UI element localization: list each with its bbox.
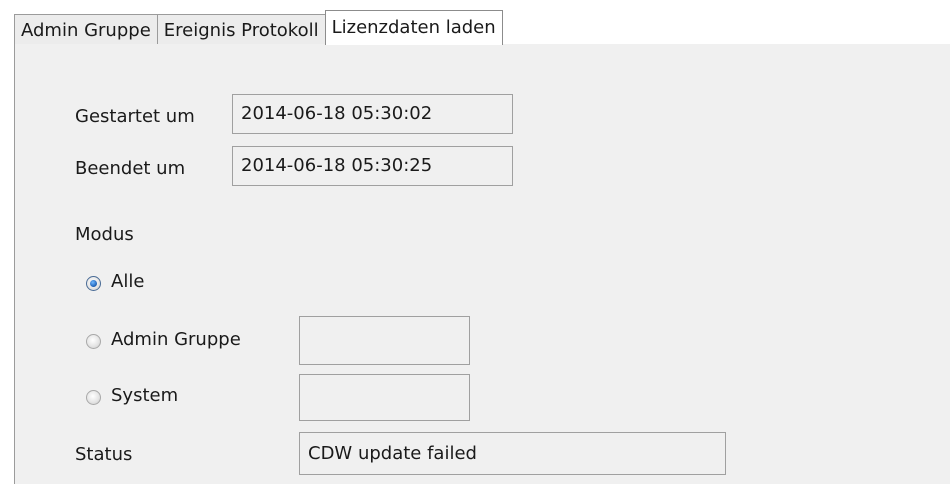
system-input[interactable] — [299, 374, 470, 421]
radio-alle-label[interactable]: Alle — [111, 271, 144, 292]
radio-system[interactable] — [86, 390, 101, 405]
radio-alle[interactable] — [86, 276, 101, 291]
radio-admin-gruppe[interactable] — [86, 334, 101, 349]
ended-label: Beendet um — [75, 158, 186, 179]
mode-label: Modus — [75, 224, 134, 245]
tab-bar: Admin Gruppe Ereignis Protokoll Lizenzda… — [14, 10, 503, 45]
status-label: Status — [75, 444, 133, 465]
license-data-panel: Gestartet um 2014-06-18 05:30:02 Beendet… — [14, 44, 950, 484]
ended-field: 2014-06-18 05:30:25 — [232, 146, 513, 186]
radio-admin-gruppe-label[interactable]: Admin Gruppe — [111, 329, 241, 350]
radio-system-label[interactable]: System — [111, 385, 178, 406]
tab-admin-gruppe[interactable]: Admin Gruppe — [14, 14, 158, 45]
status-field: CDW update failed — [299, 432, 726, 475]
tab-lizenzdaten-laden[interactable]: Lizenzdaten laden — [324, 10, 503, 45]
admin-gruppe-input[interactable] — [299, 316, 470, 365]
tab-ereignis-protokoll[interactable]: Ereignis Protokoll — [156, 14, 326, 45]
started-field: 2014-06-18 05:30:02 — [232, 94, 513, 134]
started-label: Gestartet um — [75, 106, 195, 127]
